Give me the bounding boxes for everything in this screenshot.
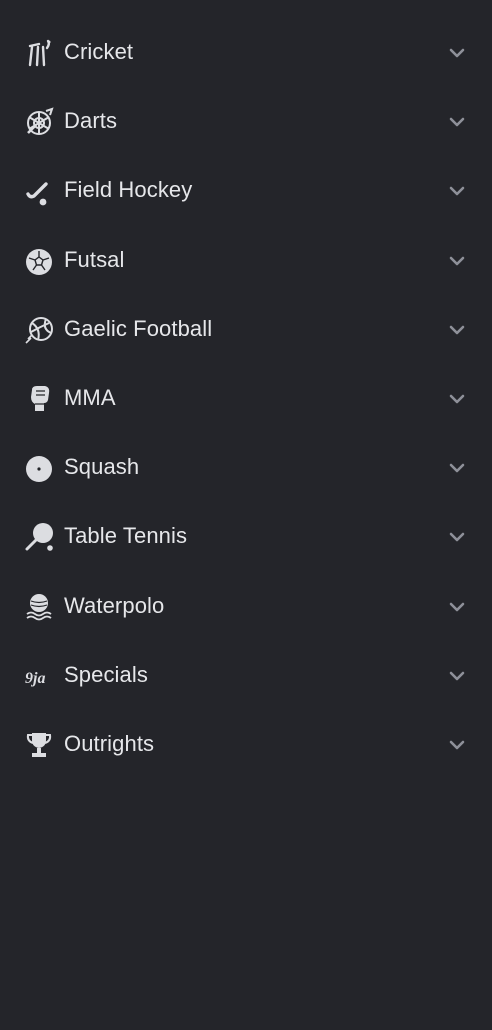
futsal-ball-icon [24,246,54,276]
table-tennis-paddle-icon [24,522,54,552]
trophy-icon [24,730,54,760]
menu-item-label: Gaelic Football [64,315,213,341]
menu-item-table-tennis[interactable]: Table Tennis [0,501,492,570]
menu-item-waterpolo[interactable]: Waterpolo [0,571,492,640]
menu-item-field-hockey[interactable]: Field Hockey [0,155,492,224]
menu-item-label: Futsal [64,246,125,272]
gaelic-ball-icon [24,315,54,345]
sports-menu: Cricket Darts Field Hockey Futsal Gaelic… [0,17,492,778]
menu-item-outrights[interactable]: Outrights [0,709,492,778]
chevron-down-icon[interactable] [447,530,467,544]
9ja-logo-icon: 9ja [24,661,54,691]
menu-item-label: Specials [64,661,148,687]
menu-item-label: MMA [64,384,116,410]
dartboard-icon [24,107,54,137]
chevron-down-icon[interactable] [447,323,467,337]
menu-item-label: Waterpolo [64,592,165,618]
chevron-down-icon[interactable] [447,461,467,475]
squash-ball-icon [24,453,54,483]
menu-item-label: Squash [64,454,140,480]
chevron-down-icon[interactable] [447,669,467,683]
menu-item-label: Darts [64,108,118,134]
menu-item-specials[interactable]: 9ja Specials [0,640,492,709]
chevron-down-icon[interactable] [447,254,467,268]
hockey-stick-icon [24,176,54,206]
chevron-down-icon[interactable] [447,115,467,129]
menu-item-mma[interactable]: MMA [0,363,492,432]
menu-item-label: Table Tennis [64,523,188,549]
chevron-down-icon[interactable] [447,738,467,752]
menu-item-label: Outrights [64,730,155,756]
svg-text:9ja: 9ja [25,670,45,687]
chevron-down-icon[interactable] [447,46,467,60]
menu-item-futsal[interactable]: Futsal [0,225,492,294]
menu-item-label: Field Hockey [64,177,193,203]
menu-item-darts[interactable]: Darts [0,86,492,155]
cricket-stumps-icon [24,38,54,68]
menu-item-label: Cricket [64,39,134,64]
waterpolo-ball-icon [24,592,54,622]
chevron-down-icon[interactable] [447,600,467,614]
menu-item-squash[interactable]: Squash [0,432,492,501]
menu-item-cricket[interactable]: Cricket [0,17,492,86]
chevron-down-icon[interactable] [447,184,467,198]
chevron-down-icon[interactable] [447,392,467,406]
mma-glove-icon [24,384,54,414]
menu-item-gaelic-football[interactable]: Gaelic Football [0,294,492,363]
